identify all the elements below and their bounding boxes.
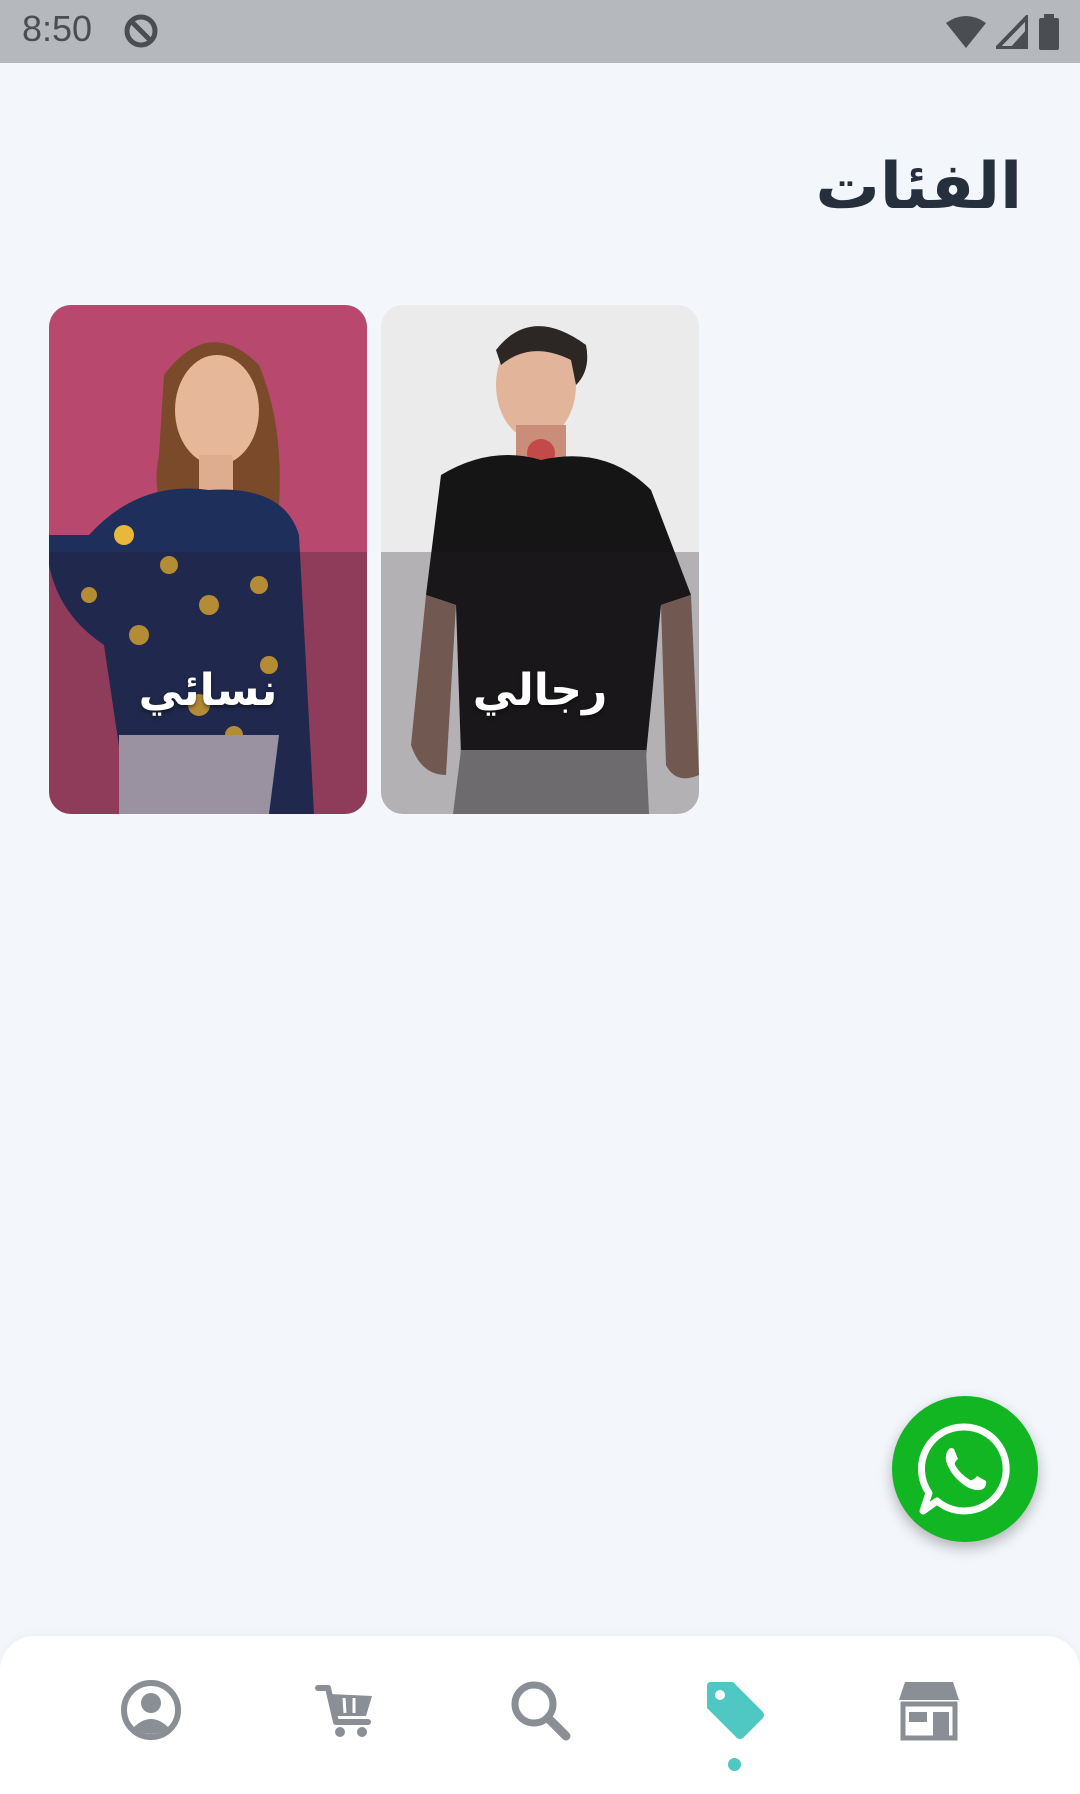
search-icon: [511, 1681, 571, 1741]
nav-search[interactable]: [500, 1670, 580, 1750]
page-title: الفئات: [815, 150, 1023, 224]
category-card-men[interactable]: رجالي: [381, 305, 699, 814]
whatsapp-button[interactable]: [892, 1396, 1038, 1542]
status-bar: 8:50: [0, 0, 1080, 63]
category-label-women: نسائي: [138, 665, 278, 716]
category-card-women[interactable]: نسائي: [49, 305, 367, 814]
category-label-men: رجالي: [472, 665, 608, 716]
bottom-nav: [0, 1636, 1080, 1794]
profile-icon: [121, 1680, 181, 1740]
nav-store[interactable]: [889, 1670, 969, 1750]
nav-profile[interactable]: [111, 1670, 191, 1750]
tag-icon: [707, 1682, 764, 1739]
whatsapp-icon: [917, 1423, 1010, 1515]
status-time: 8:50: [22, 8, 93, 49]
cart-icon: [315, 1685, 372, 1737]
sync-off-icon: [124, 14, 158, 48]
status-icons: [946, 10, 1060, 54]
wifi-icon: [946, 16, 986, 48]
active-indicator-dot: [728, 1758, 741, 1771]
nav-cart[interactable]: [306, 1670, 386, 1750]
signal-icon: [996, 15, 1028, 49]
store-icon: [899, 1682, 959, 1741]
nav-categories[interactable]: [695, 1670, 775, 1750]
battery-icon: [1039, 14, 1059, 50]
